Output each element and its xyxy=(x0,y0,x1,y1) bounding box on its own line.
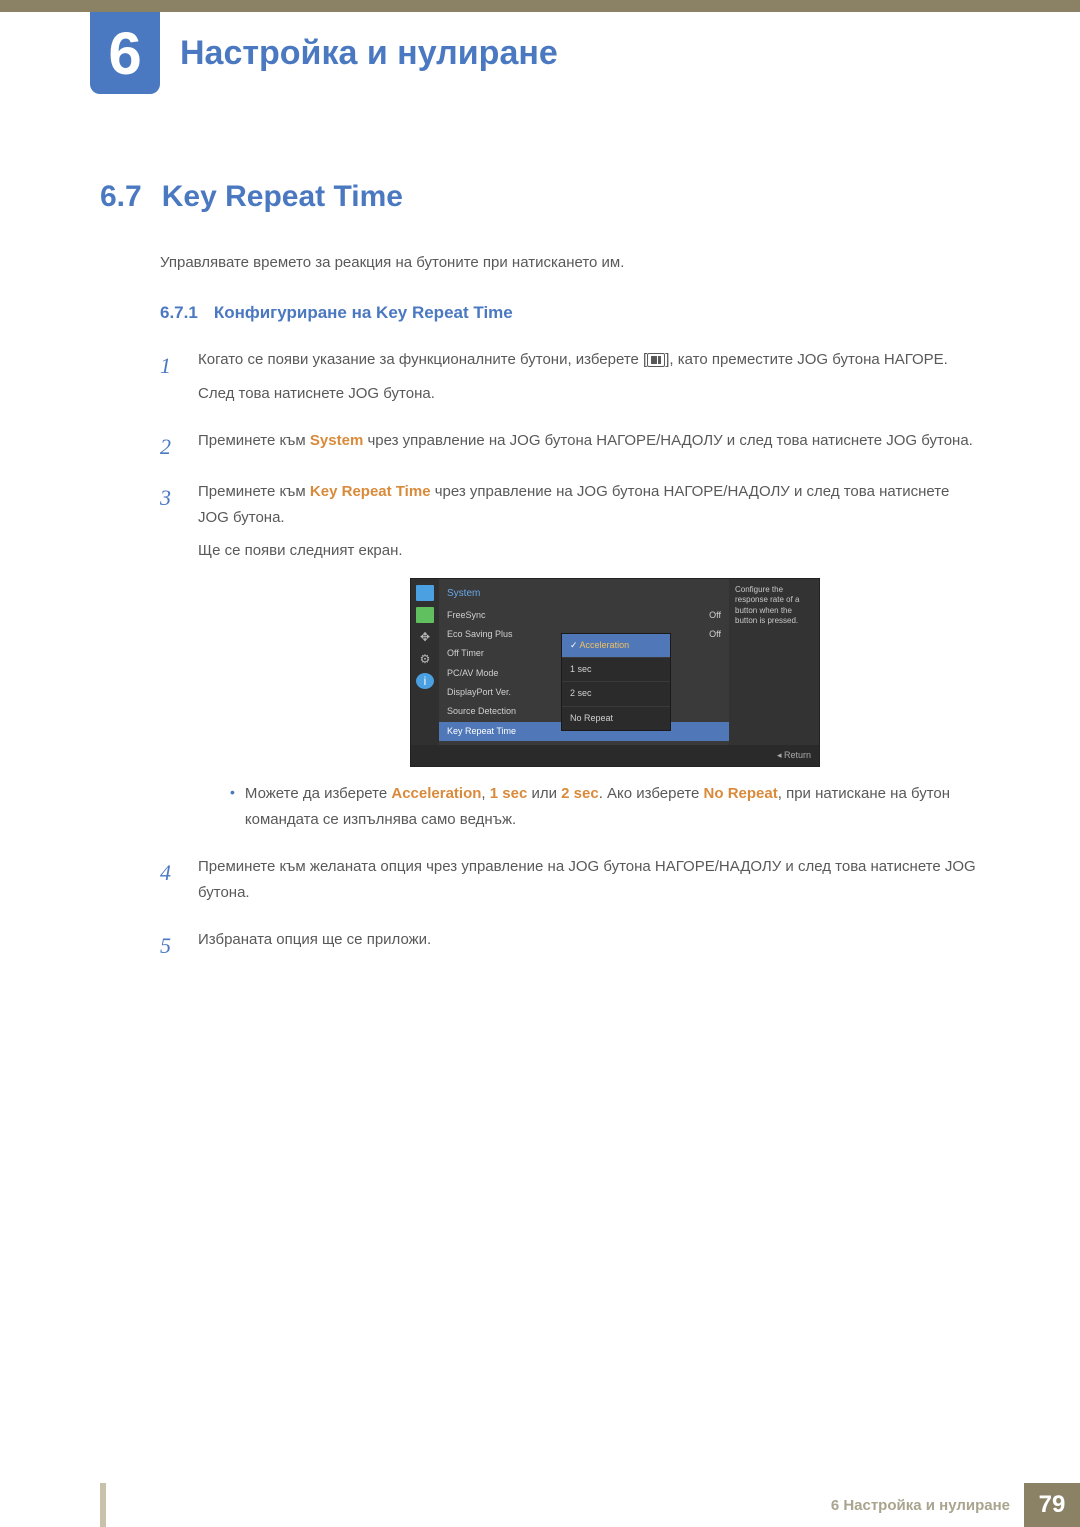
highlight-system: System xyxy=(310,432,363,449)
highlight-1sec: 1 sec xyxy=(490,785,528,802)
osd-label: PC/AV Mode xyxy=(447,666,498,681)
subsection-title: Конфигуриране на Key Repeat Time xyxy=(214,303,513,323)
step-text: След това натиснете JOG бутона. xyxy=(198,381,980,407)
step-text: Избраната опция ще се приложи. xyxy=(198,927,980,953)
section-heading: 6.7 Key Repeat Time xyxy=(100,180,980,214)
osd-label: Key Repeat Time xyxy=(447,724,516,739)
osd-option-acceleration: Acceleration xyxy=(562,634,670,658)
osd-screenshot: ✥ ⚙ i System FreeSync Off Eco Saving Pl xyxy=(410,578,820,767)
menu-icon xyxy=(647,353,665,367)
step-text: Преминете към желаната опция чрез управл… xyxy=(198,854,980,905)
gear-icon: ⚙ xyxy=(416,651,434,667)
color-icon xyxy=(416,607,434,623)
osd-option-1sec: 1 sec xyxy=(562,658,670,682)
bullet-icon: • xyxy=(230,781,235,832)
top-color-band xyxy=(0,0,1080,12)
bullet-text: . Ако изберете xyxy=(599,785,704,802)
step-text: Преминете към xyxy=(198,483,310,500)
osd-label: Off Timer xyxy=(447,646,484,661)
section-intro: Управлявате времето за реакция на бутони… xyxy=(160,254,980,271)
step-2: 2 Преминете към System чрез управление н… xyxy=(160,428,980,465)
osd-option-norepeat: No Repeat xyxy=(562,707,670,730)
step-number: 3 xyxy=(160,479,182,840)
step-body: Преминете към желаната опция чрез управл… xyxy=(198,854,980,913)
step-number: 1 xyxy=(160,347,182,414)
step-body: Преминете към Key Repeat Time чрез управ… xyxy=(198,479,980,840)
step-4: 4 Преминете към желаната опция чрез упра… xyxy=(160,854,980,913)
subsection-heading: 6.7.1 Конфигуриране на Key Repeat Time xyxy=(160,303,980,323)
osd-option-2sec: 2 sec xyxy=(562,682,670,706)
steps-list: 1 Когато се появи указание за функционал… xyxy=(160,347,980,965)
info-icon: i xyxy=(416,673,434,689)
step-5: 5 Избраната опция ще се приложи. xyxy=(160,927,980,964)
step-number: 5 xyxy=(160,927,182,964)
bullet-text: Можете да изберете xyxy=(245,785,391,802)
osd-label: Source Detection xyxy=(447,704,516,719)
bullet-text: или xyxy=(527,785,561,802)
bullet-text: , xyxy=(481,785,489,802)
step-number: 4 xyxy=(160,854,182,913)
page-footer: 6 Настройка и нулиране 79 xyxy=(0,1483,1080,1527)
step-text: Когато се появи указание за функционални… xyxy=(198,351,647,368)
osd-menu-header: System xyxy=(439,583,729,606)
osd-help-text: Configure the response rate of a button … xyxy=(729,579,819,745)
highlight-acceleration: Acceleration xyxy=(391,785,481,802)
osd-value: Off xyxy=(709,608,721,623)
osd-label: Eco Saving Plus xyxy=(447,627,513,642)
osd-submenu: Acceleration 1 sec 2 sec No Repeat xyxy=(561,633,671,731)
highlight-2sec: 2 sec xyxy=(561,785,599,802)
bullet-note: • Можете да изберете Acceleration, 1 sec… xyxy=(230,781,980,832)
highlight-krt: Key Repeat Time xyxy=(310,483,431,500)
step-3: 3 Преминете към Key Repeat Time чрез упр… xyxy=(160,479,980,840)
osd-value: Off xyxy=(709,627,721,642)
chapter-number-badge: 6 xyxy=(90,12,160,94)
step-text: чрез управление на JOG бутона НАГОРЕ/НАД… xyxy=(363,432,973,449)
step-text: Ще се появи следният екран. xyxy=(198,538,980,564)
footer-accent-stripe xyxy=(100,1483,106,1527)
subsection-number: 6.7.1 xyxy=(160,303,198,323)
osd-nav-icons: ✥ ⚙ i xyxy=(411,579,439,745)
highlight-norepeat: No Repeat xyxy=(704,785,778,802)
footer-chapter-label: 6 Настройка и нулиране xyxy=(831,1497,1024,1514)
step-body: Когато се появи указание за функционални… xyxy=(198,347,980,414)
step-1: 1 Когато се появи указание за функционал… xyxy=(160,347,980,414)
page-content: 6.7 Key Repeat Time Управлявате времето … xyxy=(100,180,980,979)
osd-label: DisplayPort Ver. xyxy=(447,685,511,700)
size-icon: ✥ xyxy=(416,629,434,645)
section-number: 6.7 xyxy=(100,180,142,214)
step-text: Преминете към xyxy=(198,432,310,449)
step-body: Преминете към System чрез управление на … xyxy=(198,428,980,465)
picture-icon xyxy=(416,585,434,601)
chapter-title: Настройка и нулиране xyxy=(180,34,558,73)
osd-row-freesync: FreeSync Off xyxy=(439,606,729,625)
step-number: 2 xyxy=(160,428,182,465)
footer-page-number: 79 xyxy=(1024,1483,1080,1527)
step-body: Избраната опция ще се приложи. xyxy=(198,927,980,964)
osd-label: FreeSync xyxy=(447,608,486,623)
step-text: ], като преместите JOG бутона НАГОРЕ. xyxy=(665,351,948,368)
section-title: Key Repeat Time xyxy=(162,180,403,214)
osd-return-hint: Return xyxy=(411,745,819,766)
